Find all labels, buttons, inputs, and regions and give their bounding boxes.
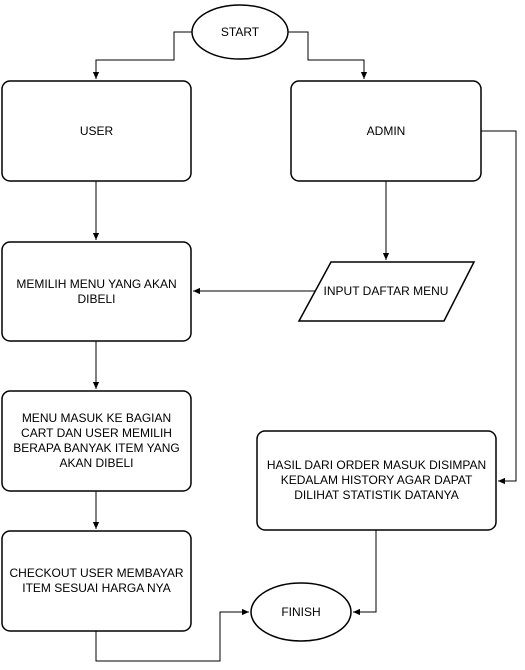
edge-admin-to-history <box>481 130 517 485</box>
history-label: HASIL DARI ORDER MASUK DISIMPAN KEDALAM … <box>266 458 487 502</box>
cart-label: MENU MASUK KE BAGIAN CART DAN USER MEMIL… <box>13 411 180 470</box>
start-label: START <box>220 24 260 39</box>
edge-history-to-finish <box>353 530 377 616</box>
checkout-label: CHECKOUT USER MEMBAYAR ITEM SESUAI HARGA… <box>9 566 184 595</box>
memilih-menu-label: MEMILIH MENU YANG AKAN DIBELI <box>16 276 177 306</box>
input-menu-label: INPUT DAFTAR MENU <box>323 284 449 298</box>
finish-label: FINISH <box>281 604 321 619</box>
edge-start-to-user <box>92 31 192 79</box>
user-label: USER <box>79 123 114 138</box>
admin-label: ADMIN <box>366 123 406 138</box>
edge-start-to-admin <box>288 31 368 79</box>
